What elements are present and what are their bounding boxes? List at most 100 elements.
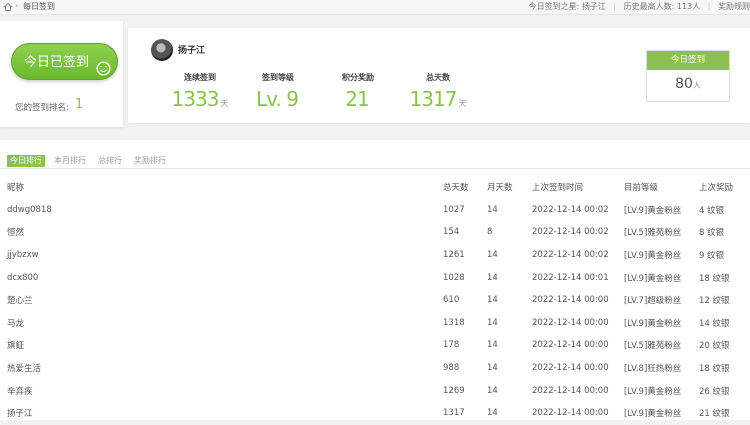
level-cell: [LV.7]超级粉丝 [624,296,682,307]
table-row: jjybzxw 1261 14 2022-12-14 00:02 [LV.9]黄金粉丝 9… [0,244,750,267]
stat-consecutive: 连续签到 1333 天 [160,72,240,111]
rank-value: 1 [75,97,84,112]
table-row: dcx800 1028 14 2022-12-14 00:01 [LV.9]黄金粉丝 18… [0,266,750,289]
level-cell: [LV.9]黄金粉丝 [624,205,682,216]
ranking-tabs: 今日排行 本月排行 总排行 奖励排行 [7,155,175,167]
stat-label: 总天数 [426,73,450,82]
level-cell: [LV.9]黄金粉丝 [624,251,682,262]
nickname-cell[interactable]: 马龙 [0,312,443,335]
breadcrumb-current[interactable]: 每日签到 [23,1,55,12]
nickname-cell[interactable]: dcx800 [0,266,443,289]
table-row: ddwg0818 1027 14 2022-12-14 00:02 [LV.9]黄金粉丝… [0,199,750,222]
last-signin-cell: 2022-12-14 00:00 [532,340,609,351]
total-days-cell: 1028 [443,272,465,283]
today-signin-count: 80人 [675,76,701,92]
total-days-cell: 1269 [443,385,465,396]
tab-reward[interactable]: 奖励排行 [131,155,169,167]
record-label: 历史最高人数: [623,2,675,11]
today-signin-box: 今日签到 80人 [646,50,730,102]
month-days-cell: 14 [487,250,498,261]
sign-card: 今日已签到 您的签到排名: 1 [0,21,123,127]
stat-total-days: 总天数 1317 天 [398,72,478,111]
avatar[interactable] [151,39,173,61]
nickname-cell[interactable]: 恒然 [0,221,443,244]
total-days-cell: 610 [443,295,460,306]
nickname-cell[interactable]: 楚心兰 [0,289,443,312]
last-reward-cell: 9 纹银 [699,251,725,262]
signed-button[interactable]: 今日已签到 [11,43,118,80]
ranking-table: 昵称 总天数 月天数 上次签到时间 目前等级 上次奖励 ddwg0818 1027… [0,176,750,425]
table-row: 旗鉦 178 14 2022-12-14 00:00 [LV.5]雅苑粉丝 20 纹银 [0,334,750,357]
total-days-cell: 1317 [443,408,465,419]
column-header: 上次奖励 [699,183,734,194]
last-reward-cell: 12 纹银 [699,296,730,307]
tab-today[interactable]: 今日排行 [7,155,45,167]
nickname-cell[interactable]: jjybzxw [0,244,443,267]
column-header: 昵称 [7,183,25,194]
star-label: 今日签到之星: [528,2,580,11]
month-days-cell: 8 [487,227,493,238]
tabs-divider [0,168,750,169]
last-signin-cell: 2022-12-14 00:01 [532,272,609,283]
stat-points: 积分奖励 21 [318,72,398,111]
last-reward-cell: 20 纹银 [699,341,730,352]
column-header: 上次签到时间 [532,183,584,194]
last-signin-cell: 2022-12-14 00:00 [532,295,609,306]
level-cell: [LV.9]黄金粉丝 [624,273,682,284]
record-value: 113人 [676,2,701,11]
column-header: 总天数 [443,183,469,194]
level-cell: [LV.9]黄金粉丝 [624,318,682,329]
table-row: 热爱生活 988 14 2022-12-14 00:00 [LV.8]狂热粉丝 18 纹银 [0,357,750,380]
month-days-cell: 14 [487,385,498,396]
ranking-panel: 今日排行 本月排行 总排行 奖励排行 昵称 总天数 月天数 上次签到时间 目前等… [0,140,750,420]
last-signin-cell: 2022-12-14 00:00 [532,408,609,419]
nickname-cell[interactable]: 热爱生活 [0,357,443,380]
column-header: 月天数 [487,183,513,194]
stat-value: 1317 天 [409,87,467,111]
table-row: 扬子江 1317 14 2022-12-14 00:00 [LV.9]黄金粉丝 21 纹银 [0,402,750,425]
last-reward-cell: 14 纹银 [699,318,730,329]
nickname-cell[interactable]: 辛弃疾 [0,379,443,402]
home-icon[interactable] [3,2,13,12]
month-days-cell: 14 [487,340,498,351]
reward-rules-link[interactable]: 奖励规则 [718,2,750,11]
breadcrumb: › 每日签到 今日签到之星: 扬子江 | 历史最高人数: 113人 | 奖励规则 [0,0,750,15]
level-cell: [LV.9]黄金粉丝 [624,409,682,420]
tab-total[interactable]: 总排行 [95,155,125,167]
total-days-cell: 988 [443,363,460,374]
total-days-cell: 1027 [443,204,465,215]
nickname-cell[interactable]: 扬子江 [0,402,443,425]
last-signin-cell: 2022-12-14 00:00 [532,363,609,374]
divider: | [707,2,711,11]
nickname-cell[interactable]: 旗鉦 [0,334,443,357]
month-days-cell: 14 [487,295,498,306]
stat-label: 签到等级 [262,73,294,82]
total-days-cell: 154 [443,227,460,238]
divider: | [613,2,617,11]
last-signin-cell: 2022-12-14 00:00 [532,385,609,396]
last-signin-cell: 2022-12-14 00:02 [532,204,609,215]
table-row: 恒然 154 8 2022-12-14 00:02 [LV.5]雅苑粉丝 8 纹银 [0,221,750,244]
month-days-cell: 14 [487,408,498,419]
user-name[interactable]: 扬子江 [178,43,205,56]
stats-card: 扬子江 连续签到 1333 天 签到等级 Lv. 9 积分奖励 21 总天数 13… [128,28,750,123]
tab-month[interactable]: 本月排行 [51,155,89,167]
breadcrumb-separator: › [15,1,19,10]
month-days-cell: 14 [487,272,498,283]
level-cell: [LV.5]雅苑粉丝 [624,341,682,352]
top-info: 今日签到之星: 扬子江 | 历史最高人数: 113人 | 奖励规则 [529,1,750,12]
last-signin-cell: 2022-12-14 00:02 [532,250,609,261]
nickname-cell[interactable]: ddwg0818 [0,199,443,222]
signed-button-label: 今日已签到 [23,55,89,70]
last-reward-cell: 4 纹银 [699,205,725,216]
table-row: 马龙 1318 14 2022-12-14 00:00 [LV.9]黄金粉丝 14 纹银 [0,312,750,335]
table-header-row: 昵称 总天数 月天数 上次签到时间 目前等级 上次奖励 [0,176,750,199]
star-name[interactable]: 扬子江 [582,2,606,11]
level-cell: [LV.5]雅苑粉丝 [624,228,682,239]
table-row: 辛弃疾 1269 14 2022-12-14 00:00 [LV.9]黄金粉丝 26 纹银 [0,379,750,402]
last-reward-cell: 26 纹银 [699,386,730,397]
level-cell: [LV.8]狂热粉丝 [624,364,682,375]
table-row: 楚心兰 610 14 2022-12-14 00:00 [LV.7]超级粉丝 12 纹银 [0,289,750,312]
last-signin-cell: 2022-12-14 00:00 [532,317,609,328]
month-days-cell: 14 [487,317,498,328]
